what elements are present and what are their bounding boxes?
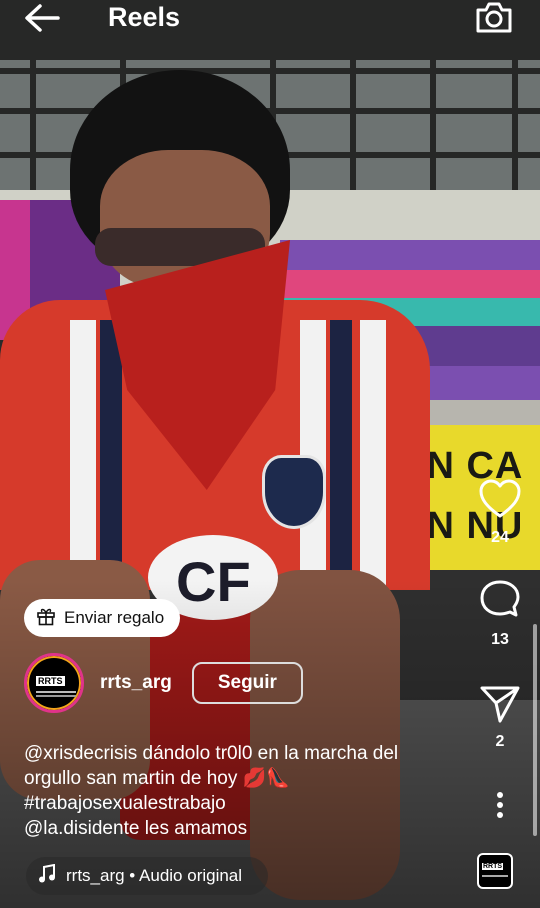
username[interactable]: rrts_arg: [100, 672, 172, 694]
hashtag-link[interactable]: #trabajosexualestrabajo: [24, 791, 454, 816]
club-crest: [262, 455, 326, 529]
heart-icon[interactable]: [474, 478, 526, 525]
comment-icon[interactable]: [474, 580, 526, 627]
caption-line: @xrisdecrisis dándolo tr0l0 en la marcha…: [24, 743, 399, 764]
more-options-icon[interactable]: [474, 790, 526, 825]
share-count: 2: [495, 733, 505, 750]
camera-icon[interactable]: [474, 0, 514, 34]
caption: @xrisdecrisis dándolo tr0l0 en la marcha…: [24, 741, 454, 841]
caption-line: orgullo san martin de hoy 💋👠: [24, 768, 290, 789]
music-note-icon: [38, 863, 66, 889]
scrollbar[interactable]: [533, 624, 537, 836]
author-row: RRTS rrts_arg Seguir: [24, 650, 303, 716]
avatar[interactable]: RRTS: [24, 653, 84, 713]
page-title: Reels: [108, 2, 181, 32]
audio-info[interactable]: rrts_arg • Audio original: [26, 857, 269, 895]
send-icon[interactable]: [474, 684, 526, 729]
audio-thumb-text: RRTS: [482, 863, 504, 870]
avatar-logo-text: RRTS: [36, 676, 65, 686]
comment-action: 13: [474, 580, 526, 649]
top-bar: Reels: [0, 0, 540, 36]
audio-label: rrts_arg • Audio original: [66, 866, 243, 885]
share-action: 2: [474, 684, 526, 751]
comment-count: 13: [491, 631, 509, 648]
gift-icon: [36, 606, 64, 631]
arrow-left-icon[interactable]: [22, 2, 62, 34]
follow-button[interactable]: Seguir: [191, 662, 303, 704]
send-gift-button[interactable]: Enviar regalo: [24, 599, 181, 637]
mention-link[interactable]: @la.disidente: [24, 818, 139, 839]
caption-line: @la.disidente les amamos: [24, 818, 248, 839]
send-gift-label: Enviar regalo: [64, 608, 165, 627]
like-action: 24: [474, 478, 526, 547]
like-count: 24: [491, 529, 509, 546]
audio-thumbnail[interactable]: RRTS: [477, 853, 513, 889]
mention-link[interactable]: @xrisdecrisis: [24, 743, 137, 764]
